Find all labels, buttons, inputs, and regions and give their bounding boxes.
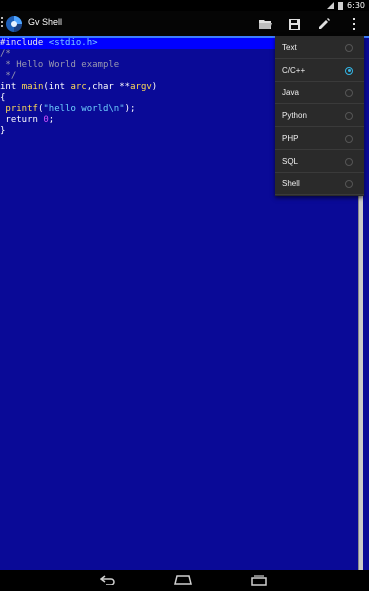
overflow-menu-icon <box>353 18 355 30</box>
language-option-label: SQL <box>282 156 299 166</box>
language-option-label: Java <box>282 88 299 98</box>
radio-icon[interactable] <box>345 157 353 166</box>
recents-icon <box>251 574 267 586</box>
code-token: * Hello World example <box>0 60 120 70</box>
overflow-menu-button[interactable] <box>345 15 363 33</box>
open-folder-icon <box>258 19 272 29</box>
status-time: 6:30 <box>347 1 365 10</box>
code-token: { <box>0 93 6 103</box>
action-bar: Gv Shell <box>0 11 369 36</box>
signal-icon <box>327 2 335 9</box>
code-token: printf <box>0 104 38 114</box>
navigation-bar <box>0 570 369 591</box>
language-option-label: PHP <box>282 133 299 143</box>
radio-icon[interactable] <box>345 89 353 98</box>
recents-button[interactable] <box>250 573 268 587</box>
code-token: ); <box>124 104 136 114</box>
code-token: arc <box>70 82 87 92</box>
code-token: /* <box>0 49 11 59</box>
app-logo-icon[interactable] <box>1 13 23 35</box>
radio-icon[interactable] <box>345 66 353 75</box>
code-token: ; <box>48 115 55 125</box>
language-option-label: Shell <box>282 179 300 189</box>
code-token: <stdio.h> <box>48 38 98 48</box>
status-bar: 6:30 <box>0 0 369 11</box>
code-token: main <box>21 82 44 92</box>
radio-icon[interactable] <box>345 134 353 143</box>
language-option-label: Python <box>282 111 307 121</box>
code-token: char <box>92 82 120 92</box>
code-token: argv <box>130 82 152 92</box>
code-token: */ <box>0 71 17 81</box>
language-option-text[interactable]: Text <box>275 37 364 59</box>
language-option-python[interactable]: Python <box>275 105 364 128</box>
code-token: "hello world\n" <box>43 104 125 114</box>
radio-icon[interactable] <box>345 44 353 52</box>
back-button[interactable] <box>99 573 117 587</box>
language-option-c-c-[interactable]: C/C++ <box>275 60 364 82</box>
code-token: #include <box>0 38 49 48</box>
radio-icon[interactable] <box>345 112 353 121</box>
app-title: Gv Shell <box>28 17 63 27</box>
language-option-label: Text <box>282 43 297 52</box>
code-token: ** <box>119 82 131 92</box>
language-option-java[interactable]: Java <box>275 82 364 105</box>
code-token: ) <box>151 82 158 92</box>
code-token: } <box>0 126 6 136</box>
status-icons: 6:30 <box>327 0 365 11</box>
language-option-php[interactable]: PHP <box>275 128 364 150</box>
save-icon <box>288 18 300 30</box>
code-token: int <box>0 82 22 92</box>
home-icon <box>174 575 192 585</box>
open-folder-button[interactable] <box>256 15 274 33</box>
language-menu: Text C/C++ Java Python PHP SQL Shell <box>275 36 364 196</box>
save-button[interactable] <box>285 15 303 33</box>
edit-button[interactable] <box>315 15 333 33</box>
language-option-label: C/C++ <box>282 65 306 75</box>
radio-icon[interactable] <box>345 180 353 189</box>
home-button[interactable] <box>174 573 192 587</box>
code-token: int <box>48 82 71 92</box>
language-option-shell[interactable]: Shell <box>275 173 364 196</box>
language-option-sql[interactable]: SQL <box>275 151 364 173</box>
back-icon <box>100 575 115 585</box>
code-token: return <box>0 115 44 125</box>
pencil-icon <box>319 18 330 29</box>
scrollbar[interactable] <box>358 186 363 591</box>
battery-icon <box>338 1 344 10</box>
